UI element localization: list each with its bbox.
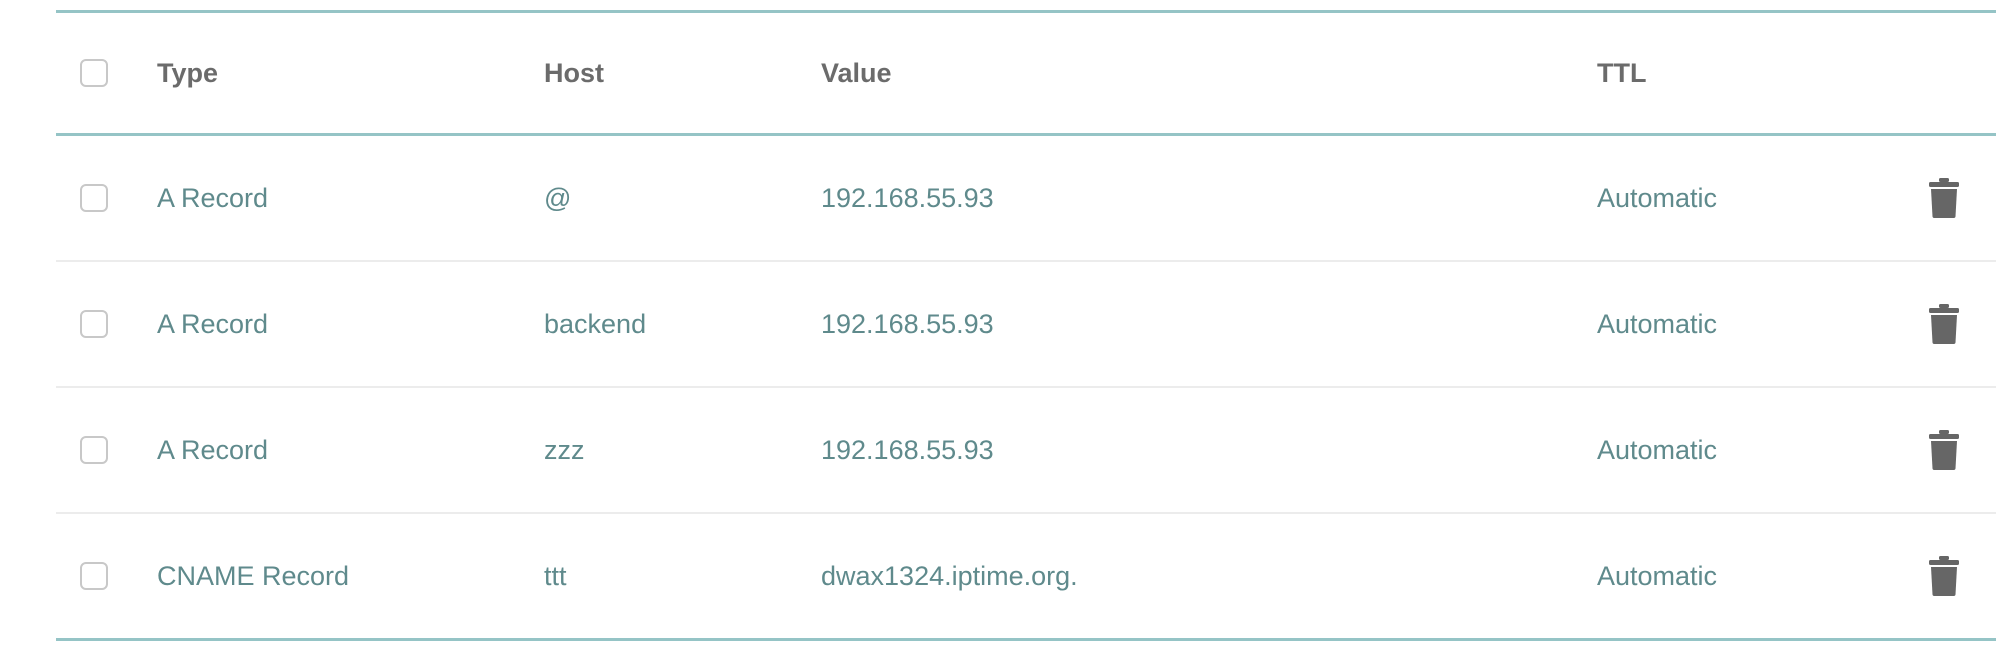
record-ttl: Automatic [1597, 182, 1718, 213]
table-header: Type Host Value TTL [56, 13, 1996, 136]
delete-record-button[interactable] [1924, 174, 1964, 222]
trash-icon [1929, 178, 1959, 218]
select-all-checkbox[interactable] [80, 59, 108, 87]
record-type: CNAME Record [157, 560, 350, 591]
dns-records-table: Type Host Value TTL A Record @ 192.168.5… [56, 10, 1996, 641]
row-checkbox-cell [80, 388, 108, 512]
record-ttl: Automatic [1597, 434, 1718, 465]
row-actions [1924, 514, 1964, 638]
row-checkbox-cell [80, 514, 108, 638]
trash-icon [1929, 430, 1959, 470]
delete-record-button[interactable] [1924, 300, 1964, 348]
delete-record-button[interactable] [1924, 426, 1964, 474]
table-row: CNAME Record ttt dwax1324.iptime.org. Au… [56, 514, 1996, 641]
row-checkbox[interactable] [80, 184, 108, 212]
row-actions [1924, 136, 1964, 260]
row-checkbox[interactable] [80, 310, 108, 338]
column-header-type[interactable]: Type [157, 13, 218, 133]
record-host: backend [544, 308, 647, 339]
record-ttl: Automatic [1597, 560, 1718, 591]
row-checkbox[interactable] [80, 562, 108, 590]
trash-icon [1929, 556, 1959, 596]
row-actions [1924, 262, 1964, 386]
record-host: zzz [544, 434, 585, 465]
table-row: A Record zzz 192.168.55.93 Automatic [56, 388, 1996, 514]
row-checkbox-cell [80, 136, 108, 260]
column-header-ttl[interactable]: TTL [1597, 13, 1646, 133]
record-type: A Record [157, 182, 269, 213]
table-row: A Record @ 192.168.55.93 Automatic [56, 136, 1996, 262]
record-value: 192.168.55.93 [821, 308, 994, 339]
delete-record-button[interactable] [1924, 552, 1964, 600]
column-header-host[interactable]: Host [544, 13, 604, 133]
record-type: A Record [157, 434, 269, 465]
record-type: A Record [157, 308, 269, 339]
row-actions [1924, 388, 1964, 512]
record-host: ttt [544, 560, 567, 591]
record-host: @ [544, 182, 572, 213]
row-checkbox-cell [80, 262, 108, 386]
record-value: 192.168.55.93 [821, 434, 994, 465]
header-checkbox-cell [80, 13, 108, 133]
record-ttl: Automatic [1597, 308, 1718, 339]
table-row: A Record backend 192.168.55.93 Automatic [56, 262, 1996, 388]
row-checkbox[interactable] [80, 436, 108, 464]
record-value: dwax1324.iptime.org. [821, 560, 1078, 591]
record-value: 192.168.55.93 [821, 182, 994, 213]
column-header-value[interactable]: Value [821, 13, 892, 133]
trash-icon [1929, 304, 1959, 344]
